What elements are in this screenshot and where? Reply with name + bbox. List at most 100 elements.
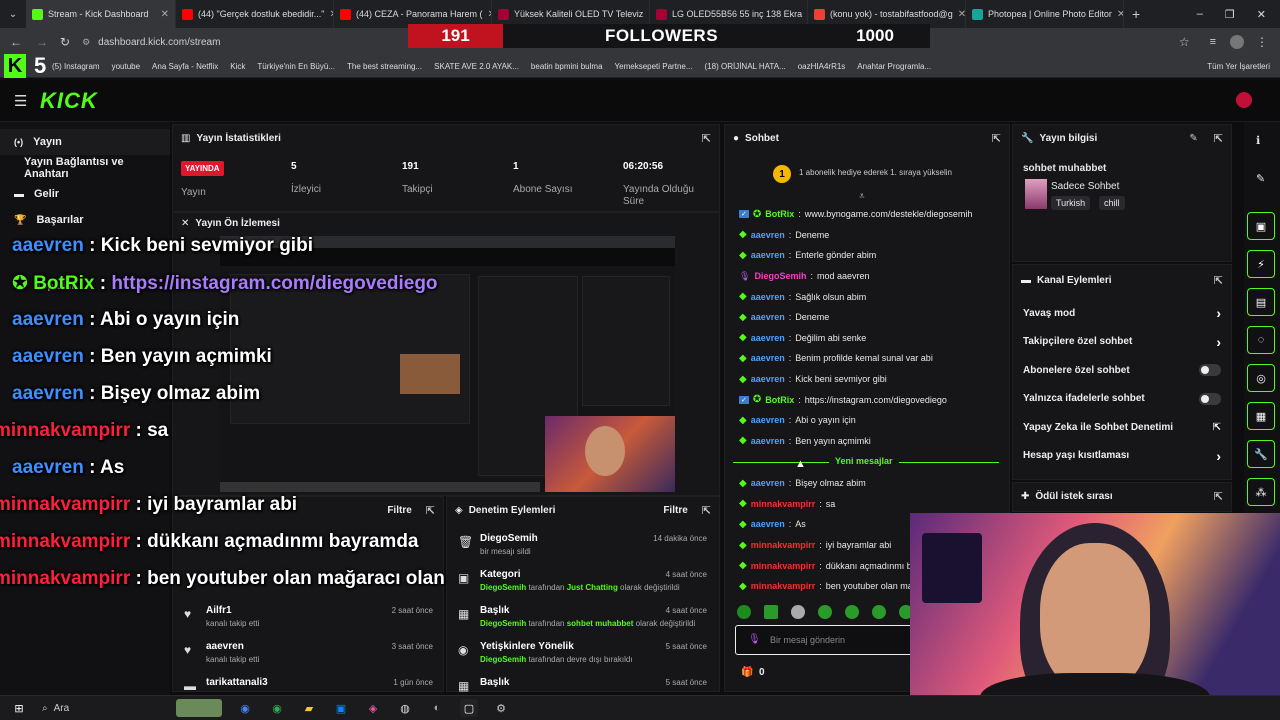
sidebar-item-stream-key[interactable]: Yayın Bağlantısı ve Anahtarı (0, 155, 170, 181)
category-name[interactable]: Sadece Sohbet (1051, 181, 1119, 192)
bookmark-item[interactable]: SKATE AVE 2.0 AYAK... (434, 62, 519, 71)
taskbar-search[interactable]: ⌕ Ara (42, 703, 162, 714)
edit-pencil-icon[interactable]: ✎ (1189, 133, 1197, 144)
tab-close-icon[interactable]: ✕ (1117, 9, 1123, 20)
bookmark-item[interactable]: Anahtar Programla... (857, 62, 931, 71)
emote-icon[interactable] (764, 605, 778, 619)
sidebar-item-topluluk[interactable]: Topluluk ⌄ (0, 273, 170, 299)
chat-username[interactable]: aaevren (751, 519, 785, 529)
chat-username[interactable]: BotRix (765, 395, 794, 405)
hamburger-menu-icon[interactable]: ☰ (14, 92, 27, 110)
chat-username[interactable]: aaevren (751, 353, 785, 363)
gift-icon[interactable]: 🎁 (741, 667, 753, 678)
weather-widget-icon[interactable] (176, 699, 222, 717)
rail-lightning-icon[interactable]: ⚡ (1247, 250, 1275, 278)
popout-icon[interactable]: ⇱ (992, 132, 1001, 145)
chat-username[interactable]: BotRix (765, 209, 794, 219)
chat-username[interactable]: DiegoSemih (754, 271, 806, 281)
browser-menu-icon[interactable]: ⋮ (1256, 35, 1268, 49)
bookmark-item[interactable]: youtube (112, 62, 140, 71)
steam-icon[interactable]: ◐ (428, 699, 446, 717)
sidebar-item-gelir[interactable]: ▬ Gelir (0, 181, 170, 207)
tag-chip[interactable]: Turkish (1051, 196, 1091, 210)
popout-icon[interactable]: ⇱ (702, 132, 711, 145)
action-account-age[interactable]: Hesap yaşı kısıtlaması › (1013, 442, 1231, 471)
tab-0[interactable]: Stream - Kick Dashboard ✕ (26, 0, 176, 28)
moderation-filter-button[interactable]: Filtre (663, 505, 687, 516)
tab-close-icon[interactable]: ✕ (958, 9, 965, 20)
minimize-icon[interactable]: – (1197, 8, 1203, 21)
chat-username[interactable]: minnakvampirr (751, 561, 816, 571)
close-window-icon[interactable]: ✕ (1257, 8, 1266, 21)
action-ai-moderation[interactable]: Yapay Zeka ile Sohbet Denetimi ⇱ (1013, 413, 1231, 442)
stream-preview-video[interactable] (220, 236, 675, 492)
reading-list-icon[interactable]: ≡ (1210, 36, 1216, 48)
profile-avatar[interactable] (1230, 35, 1244, 49)
tab-menu-icon[interactable]: ⌄ (0, 9, 26, 20)
rail-clip-icon[interactable]: ▣ (1247, 212, 1275, 240)
close-icon[interactable]: ✕ (181, 218, 189, 229)
chat-username[interactable]: aaevren (751, 230, 785, 240)
events-filter-button[interactable]: Filtre (387, 505, 411, 516)
tag-chip[interactable]: chill (1099, 196, 1125, 210)
chat-username[interactable]: minnakvampirr (751, 499, 816, 509)
settings-gear-icon[interactable]: ⚙ (492, 699, 510, 717)
toggle-switch[interactable] (1199, 364, 1221, 377)
folder-icon[interactable]: ▰ (300, 699, 318, 717)
tab-1[interactable]: (44) "Gerçek dostluk ebedidir..."✕ (176, 0, 334, 28)
rail-doc-icon[interactable]: ▤ (1247, 288, 1275, 316)
store-icon[interactable]: ▣ (332, 699, 350, 717)
restore-icon[interactable]: ❐ (1225, 8, 1235, 21)
bookmark-item[interactable]: Türkiye'nin En Büyü... (257, 62, 335, 71)
chat-username[interactable]: aaevren (751, 312, 785, 322)
rail-layout-icon[interactable]: ▦ (1247, 402, 1275, 430)
action-subs-only[interactable]: Abonelere özel sohbet (1013, 356, 1231, 385)
all-bookmarks-button[interactable]: Tüm Yer İşaretleri (1207, 62, 1280, 71)
popout-icon[interactable]: ⇱ (1214, 490, 1223, 503)
edit-icon[interactable]: ✎ (1256, 172, 1265, 185)
emote-icon[interactable] (845, 605, 859, 619)
bookmark-item[interactable]: (5) Instagram (52, 62, 100, 71)
bookmark-star-icon[interactable]: ☆ (1179, 35, 1190, 49)
new-tab-icon[interactable]: + (1124, 6, 1148, 22)
emote-icon[interactable] (872, 605, 886, 619)
bookmark-item[interactable]: oazHIA4rR1s (798, 62, 846, 71)
chat-username[interactable]: aaevren (751, 374, 785, 384)
chat-username[interactable]: aaevren (751, 250, 785, 260)
chat-username[interactable]: aaevren (751, 415, 785, 425)
info-icon[interactable]: ℹ (1256, 134, 1260, 147)
action-slow-mode[interactable]: Yavaş mod › (1013, 299, 1231, 328)
pinned-chevron-icon[interactable]: ⩡ (859, 191, 865, 202)
windows-start-icon[interactable]: ⊞ (10, 699, 28, 717)
bookmark-item[interactable]: Kick (230, 62, 245, 71)
popout-icon[interactable]: ⇱ (426, 504, 435, 517)
chat-username[interactable]: aaevren (751, 478, 785, 488)
sidebar-item-yayin[interactable]: (•) Yayın (0, 129, 170, 155)
rail-broadcast-icon[interactable]: ◎ (1247, 364, 1275, 392)
tab-6[interactable]: Photopea | Online Photo Editor ✕ (966, 0, 1124, 28)
back-icon[interactable]: ← (10, 35, 22, 49)
chat-username[interactable]: minnakvampirr (751, 581, 816, 591)
emote-icon[interactable] (818, 605, 832, 619)
epic-games-icon[interactable]: ▢ (460, 699, 478, 717)
bookmark-item[interactable]: Yemeksepeti Partne... (615, 62, 693, 71)
chrome-profile-icon[interactable]: ◉ (268, 699, 286, 717)
toggle-switch[interactable] (1199, 392, 1221, 405)
reload-icon[interactable]: ↻ (60, 35, 70, 49)
forward-icon[interactable]: → (36, 35, 48, 49)
tab-close-icon[interactable]: ✕ (161, 9, 169, 20)
bookmark-item[interactable]: The best streaming... (347, 62, 422, 71)
action-followers-only[interactable]: Takipçilere özel sohbet › (1013, 328, 1231, 357)
chrome-icon[interactable]: ◉ (236, 699, 254, 717)
popout-icon[interactable]: ⇱ (702, 504, 711, 517)
emote-icon[interactable] (737, 605, 751, 619)
site-info-icon[interactable]: ⚙ (82, 37, 90, 48)
bookmark-item[interactable]: beatin bpmini bulma (531, 62, 603, 71)
rail-wrench-icon[interactable]: 🔧 (1247, 440, 1275, 468)
rail-chat-icon[interactable]: ◌ (1247, 326, 1275, 354)
action-emotes-only[interactable]: Yalnızca ifadelerle sohbet (1013, 385, 1231, 414)
chat-username[interactable]: aaevren (751, 292, 785, 302)
user-avatar[interactable] (1236, 92, 1252, 108)
rail-nodes-icon[interactable]: ⁂ (1247, 478, 1275, 506)
chat-username[interactable]: minnakvampirr (751, 540, 816, 550)
